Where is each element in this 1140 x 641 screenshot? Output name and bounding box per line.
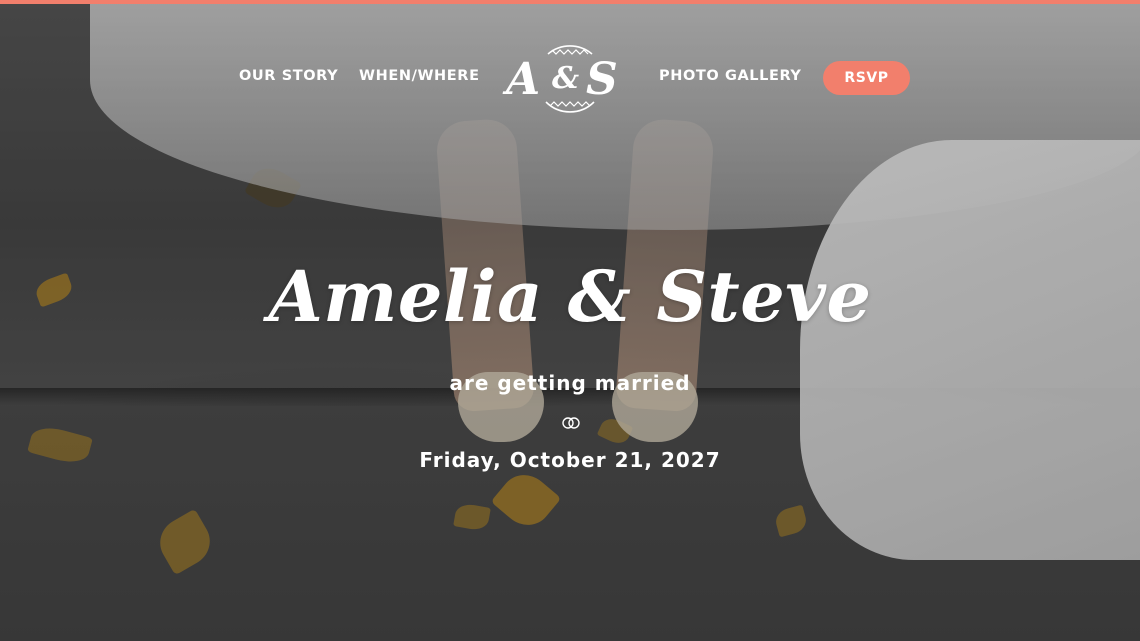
wedding-date: Friday, October 21, 2027 <box>419 448 721 472</box>
monogram-svg: A & S <box>502 45 618 113</box>
rsvp-button[interactable]: RSVP <box>823 61 910 95</box>
hero-section: OUR STORY WHEN/WHERE A & S PHOTO GALLERY… <box>0 0 1140 641</box>
nav-link-our-story[interactable]: OUR STORY <box>239 68 338 84</box>
nav-link-when-where[interactable]: WHEN/WHERE <box>359 68 480 84</box>
monogram-letter-s: S <box>586 54 618 105</box>
monogram-ampersand: & <box>552 61 579 96</box>
rings-icon <box>561 416 581 430</box>
couple-names-heading: Amelia & Steve <box>268 255 872 338</box>
tagline-text: are getting married <box>449 371 691 395</box>
top-accent-bar <box>0 0 1140 4</box>
main-nav: OUR STORY WHEN/WHERE A & S PHOTO GALLERY… <box>0 36 1140 120</box>
monogram-letter-a: A <box>502 54 540 105</box>
nav-link-photo-gallery[interactable]: PHOTO GALLERY <box>659 68 802 84</box>
monogram-logo[interactable]: A & S <box>500 36 640 120</box>
